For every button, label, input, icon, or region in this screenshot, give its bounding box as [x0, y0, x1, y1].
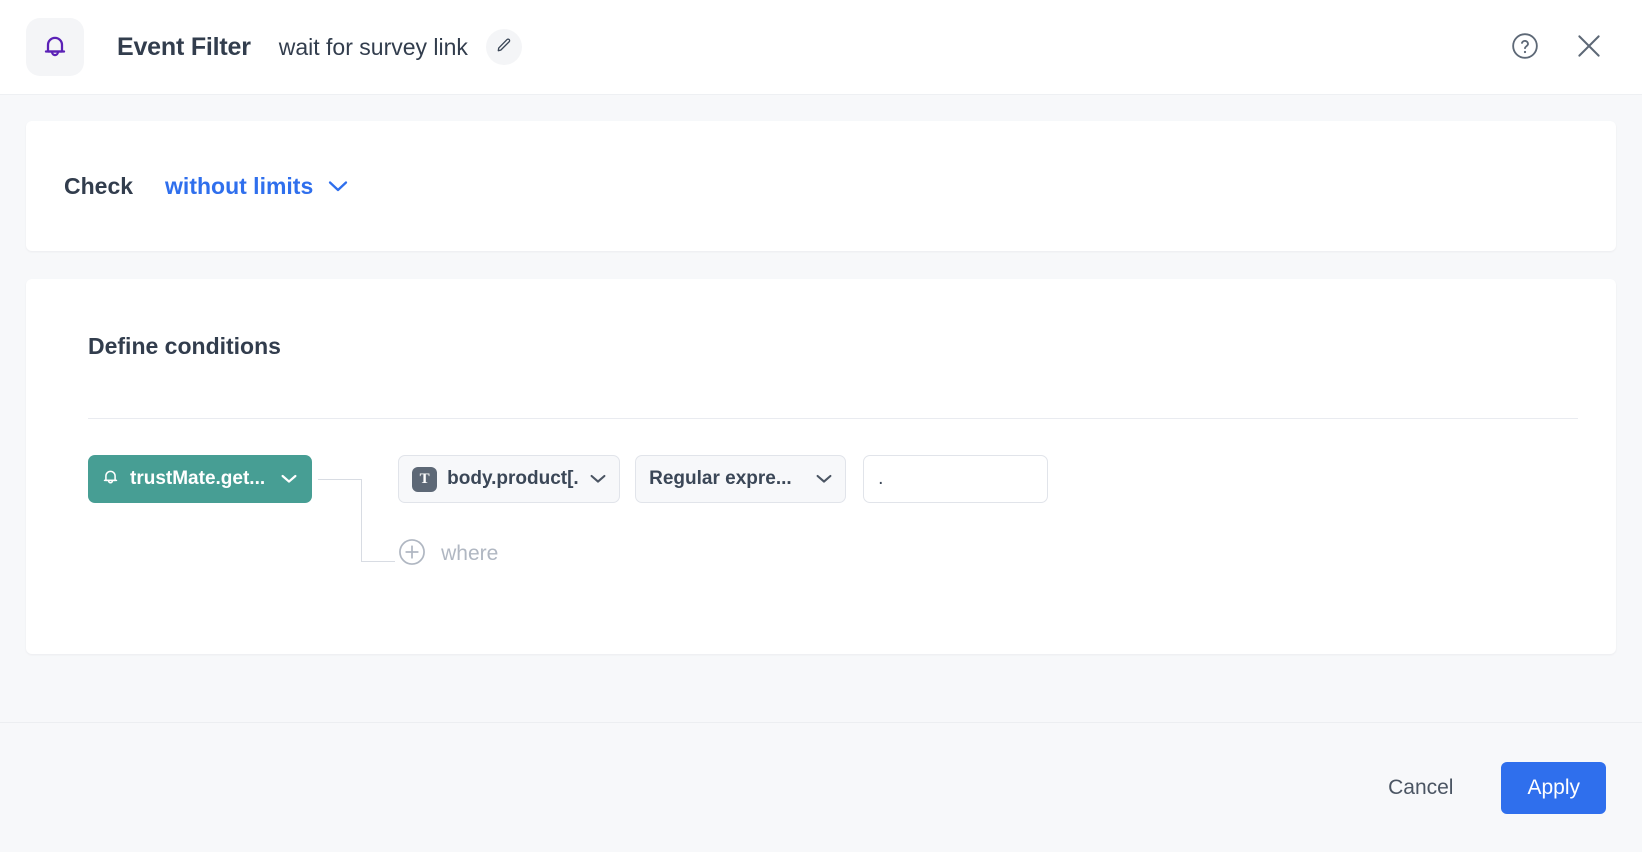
- event-select-label: trustMate.get...: [130, 468, 266, 489]
- check-label: Check: [64, 172, 134, 199]
- field-select[interactable]: T body.product[...: [398, 455, 621, 503]
- dialog-header: Event Filter wait for survey link: [0, 0, 1642, 95]
- plus-circle-icon: [398, 538, 426, 569]
- conditions-card: Define conditions trustMate.get... T bod…: [26, 279, 1616, 654]
- help-circle-icon: [1511, 32, 1539, 63]
- condition-tree-connector: [312, 465, 398, 595]
- bell-icon: [102, 468, 119, 490]
- chevron-down-icon: [590, 474, 606, 484]
- tree-line-vertical: [361, 479, 363, 562]
- apply-button[interactable]: Apply: [1501, 761, 1606, 814]
- close-icon: [1574, 31, 1604, 64]
- chevron-down-icon: [328, 180, 348, 193]
- event-filter-dialog: Event Filter wait for survey link Check …: [0, 0, 1642, 852]
- pencil-icon: [495, 37, 512, 57]
- text-type-badge-icon: T: [412, 466, 438, 492]
- add-where-label: where: [441, 541, 499, 565]
- divider: [88, 418, 1578, 419]
- dialog-body: Check without limits Define conditions t…: [0, 95, 1642, 722]
- add-where-button[interactable]: where: [398, 538, 498, 569]
- value-input[interactable]: [863, 455, 1049, 503]
- check-limits-value: without limits: [165, 172, 314, 199]
- chevron-down-icon: [281, 474, 297, 484]
- event-select[interactable]: trustMate.get...: [88, 455, 313, 503]
- close-button[interactable]: [1572, 30, 1606, 64]
- operator-select-label: Regular expre...: [649, 468, 792, 489]
- tree-line-bottom: [361, 561, 396, 562]
- edit-name-button[interactable]: [485, 29, 522, 65]
- bell-icon: [26, 18, 84, 76]
- condition-rules: T body.product[... Regular expre... . wh…: [398, 455, 1578, 569]
- help-button[interactable]: [1508, 30, 1542, 64]
- filter-name: wait for survey link: [278, 33, 468, 60]
- check-limits-select[interactable]: without limits: [165, 173, 348, 200]
- chevron-down-icon: [816, 474, 832, 484]
- cancel-button[interactable]: Cancel: [1370, 764, 1471, 812]
- conditions-title: Define conditions: [88, 333, 281, 359]
- field-select-label: body.product[...: [447, 468, 581, 489]
- condition-group: trustMate.get... T body.product[... Regu…: [64, 455, 1578, 595]
- dialog-footer: Cancel Apply: [0, 722, 1642, 852]
- tree-line-top: [318, 479, 363, 480]
- check-card: Check without limits: [26, 121, 1616, 251]
- page-title: Event Filter: [117, 32, 251, 61]
- operator-select[interactable]: Regular expre...: [635, 455, 847, 503]
- condition-row: T body.product[... Regular expre...: [398, 455, 1578, 503]
